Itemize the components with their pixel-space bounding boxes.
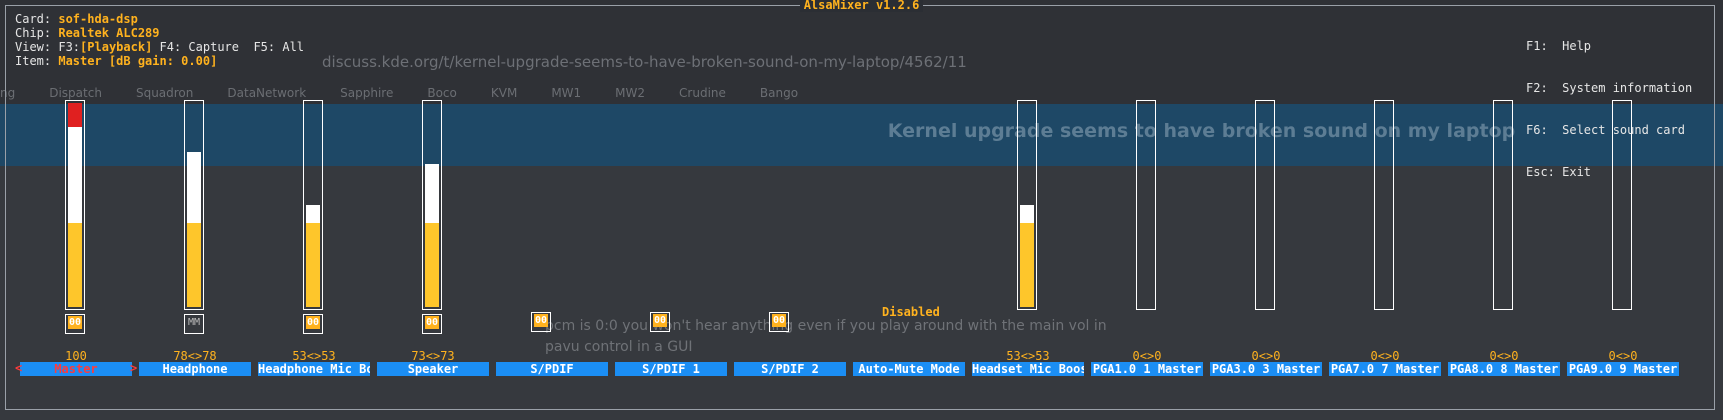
mixer-control[interactable]: 0<>0 PGA3.0 3 Master [1210,100,1322,380]
mute-switch-state: 00 [305,316,321,329]
control-name[interactable]: Auto-Mute Mode [853,362,965,376]
meter-level-high [1020,205,1034,223]
meter-level [1020,223,1034,307]
mute-switch-state: 00 [67,316,83,329]
mute-switch-state: 00 [533,314,549,327]
control-name[interactable]: S/PDIF [496,362,608,376]
mixer-control[interactable]: 00 S/PDIF [496,100,608,380]
volume-value: 0<>0 [1489,349,1519,363]
card-value: sof-hda-dsp [58,12,138,26]
mute-switch[interactable]: 00 [65,314,85,334]
volume-meter[interactable] [1493,100,1513,310]
mute-switch-state: 00 [652,314,668,327]
meter-level-peak [68,103,82,127]
volume-meter[interactable] [184,100,204,310]
view-playback: [Playback] [80,40,153,54]
volume-value: 53<>53 [1006,349,1050,363]
volume-meter[interactable] [422,100,442,310]
volume-meter[interactable] [1374,100,1394,310]
mixer-control[interactable]: Auto-Mute Mode [853,100,965,380]
control-name[interactable]: Headphone [139,362,251,376]
mixer-control[interactable]: 00 100 Master [20,100,132,380]
view-options: F4: Capture F5: All [152,40,305,54]
volume-value: 0<>0 [1608,349,1638,363]
selection-arrow-right: > [130,361,138,375]
control-name[interactable]: PGA7.0 7 Master [1329,362,1441,376]
mute-switch-state: 00 [771,314,787,327]
mute-switch[interactable]: MM [184,314,204,334]
mixer-control[interactable]: 00 S/PDIF 1 [615,100,727,380]
control-name[interactable]: Master [20,362,132,376]
mixer-control[interactable]: 0<>0 PGA1.0 1 Master [1091,100,1203,380]
control-name[interactable]: PGA1.0 1 Master [1091,362,1203,376]
volume-value: 100 [65,349,87,363]
mixer-control[interactable]: 00 73<>73 Speaker [377,100,489,380]
meter-level-high [425,164,439,223]
volume-meter[interactable] [1136,100,1156,310]
volume-value: 73<>73 [411,349,455,363]
volume-value: 78<>78 [173,349,217,363]
mixer-control[interactable]: 0<>0 PGA9.0 9 Master [1567,100,1679,380]
control-name[interactable]: PGA9.0 9 Master [1567,362,1679,376]
volume-value: 0<>0 [1251,349,1281,363]
mixer-control[interactable]: 00 S/PDIF 2 [734,100,846,380]
help-f1[interactable]: F1: Help [1526,39,1692,53]
volume-value: 0<>0 [1370,349,1400,363]
volume-meter[interactable] [1612,100,1632,310]
mute-switch[interactable]: 00 [303,314,323,334]
control-name[interactable]: S/PDIF 2 [734,362,846,376]
control-name[interactable]: Speaker [377,362,489,376]
control-name[interactable]: PGA3.0 3 Master [1210,362,1322,376]
chip-value: Realtek ALC289 [58,26,160,40]
meter-level-high [68,127,82,223]
meter-level [425,223,439,307]
help-f2[interactable]: F2: System information [1526,81,1692,95]
meter-level [68,223,82,307]
item-value: Master [dB gain: 0.00] [58,54,218,68]
mixer-control[interactable]: 0<>0 PGA8.0 8 Master [1448,100,1560,380]
card-info: Card: sof-hda-dsp Chip: Realtek ALC289 V… [15,12,305,68]
meter-level-high [306,205,320,223]
meter-level-high [187,152,201,223]
mute-switch[interactable]: 00 [650,312,670,332]
mixer-control[interactable]: MM 78<>78 Headphone [139,100,251,380]
mixer-control[interactable]: 00 53<>53 Headphone Mic Bo [258,100,370,380]
volume-value: 53<>53 [292,349,336,363]
mute-switch-state: 00 [424,316,440,329]
mute-switch[interactable]: 00 [422,314,442,334]
mute-switch-state: MM [187,317,201,328]
window-title: AlsaMixer v1.2.6 [0,0,1723,12]
mute-switch[interactable]: 00 [769,312,789,332]
volume-meter[interactable] [1017,100,1037,310]
volume-meter[interactable] [65,100,85,310]
meter-level [187,223,201,307]
volume-meter[interactable] [303,100,323,310]
mixer-control[interactable]: 53<>53 Headset Mic Boos [972,100,1084,380]
mixer-control[interactable]: 0<>0 PGA7.0 7 Master [1329,100,1441,380]
meter-level [306,223,320,307]
mute-switch[interactable]: 00 [531,312,551,332]
control-name[interactable]: PGA8.0 8 Master [1448,362,1560,376]
volume-value: 0<>0 [1132,349,1162,363]
control-name[interactable]: Headset Mic Boos [972,362,1084,376]
selection-arrow-left: < [15,361,23,375]
control-name[interactable]: Headphone Mic Bo [258,362,370,376]
control-name[interactable]: S/PDIF 1 [615,362,727,376]
volume-meter[interactable] [1255,100,1275,310]
enum-value[interactable]: Disabled [882,305,940,319]
